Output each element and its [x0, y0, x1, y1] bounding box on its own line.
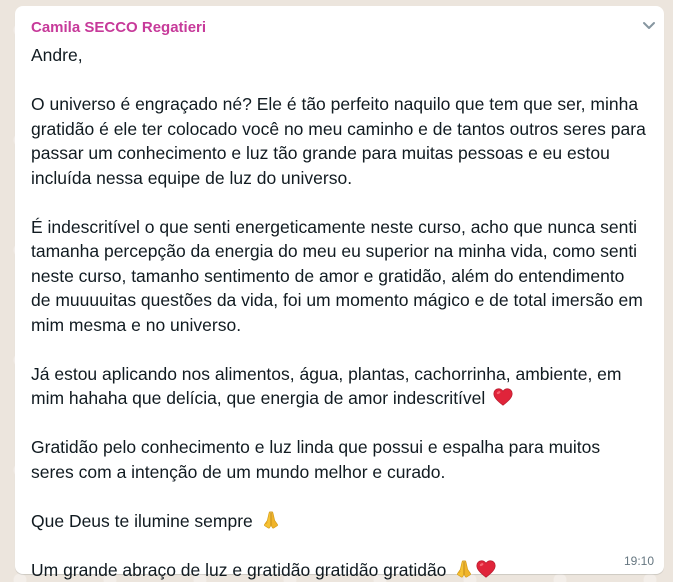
- message-paragraph: O universo é engraçado né? Ele é tão per…: [31, 94, 646, 188]
- message-bubble[interactable]: Camila SECCO Regatieri Andre, O universo…: [15, 6, 664, 580]
- red-heart-emoji: [493, 388, 513, 406]
- message-paragraph: Que Deus te ilumine sempre: [31, 509, 646, 534]
- message-paragraph: Já estou aplicando nos alimentos, água, …: [31, 362, 646, 411]
- message-text: Andre, O universo é engraçado né? Ele é …: [31, 43, 646, 582]
- red-heart-emoji: [476, 559, 496, 578]
- message-paragraph: Gratidão pelo conhecimento e luz linda q…: [31, 437, 601, 482]
- message-timestamp: 19:10: [623, 554, 654, 568]
- message-paragraph-text: Que Deus te ilumine sempre: [31, 510, 253, 531]
- message-paragraph-text: Um grande abraço de luz e gratidão grati…: [31, 559, 447, 580]
- folded-hands-emoji: [457, 559, 472, 577]
- folded-hands-emoji: [263, 510, 278, 528]
- message-paragraph: É indescritível o que senti energeticame…: [31, 216, 643, 335]
- message-greeting: Andre,: [31, 45, 83, 65]
- message-paragraph: Um grande abraço de luz e gratidão grati…: [31, 558, 646, 582]
- message-paragraph-text: Já estou aplicando nos alimentos, água, …: [31, 363, 622, 409]
- sender-name[interactable]: Camila SECCO Regatieri: [31, 19, 646, 37]
- chevron-down-icon[interactable]: [640, 16, 658, 34]
